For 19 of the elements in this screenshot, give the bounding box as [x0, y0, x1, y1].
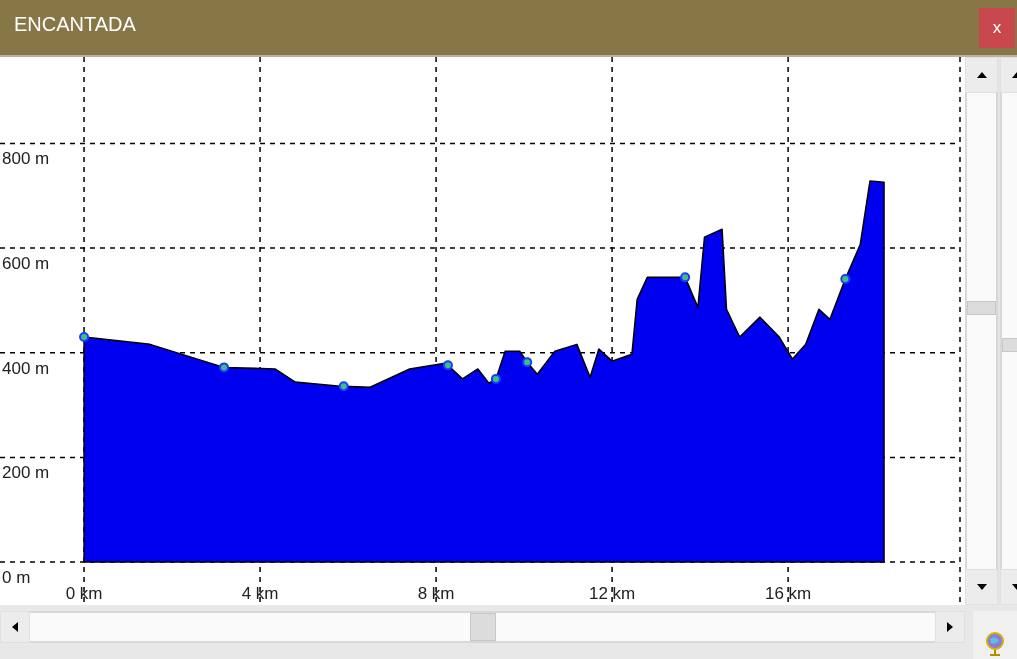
x-axis-label: 0 km	[65, 584, 103, 604]
globe-icon[interactable]	[984, 631, 1006, 657]
scrollbar-thumb[interactable]	[967, 300, 996, 315]
y-axis-label: 800 m	[2, 149, 50, 169]
scroll-left-button[interactable]	[0, 611, 30, 643]
x-axis-label: 16 km	[764, 584, 812, 604]
scroll-down-button[interactable]	[965, 569, 998, 605]
x-axis-label: 8 km	[417, 584, 455, 604]
y-axis-label: 400 m	[2, 358, 50, 378]
y-axis-label: 0 m	[2, 568, 31, 588]
scroll-right-button[interactable]	[935, 611, 965, 643]
y-axis-label: 200 m	[2, 463, 50, 483]
close-button[interactable]: x	[979, 8, 1015, 48]
x-axis-label: 4 km	[241, 584, 279, 604]
x-axis-label: 12 km	[588, 584, 636, 604]
scroll-up-button[interactable]	[965, 57, 998, 93]
window-title: ENCANTADA	[14, 12, 136, 37]
scrollbar-thumb[interactable]	[469, 613, 496, 641]
y-axis-label: 600 m	[2, 254, 50, 274]
